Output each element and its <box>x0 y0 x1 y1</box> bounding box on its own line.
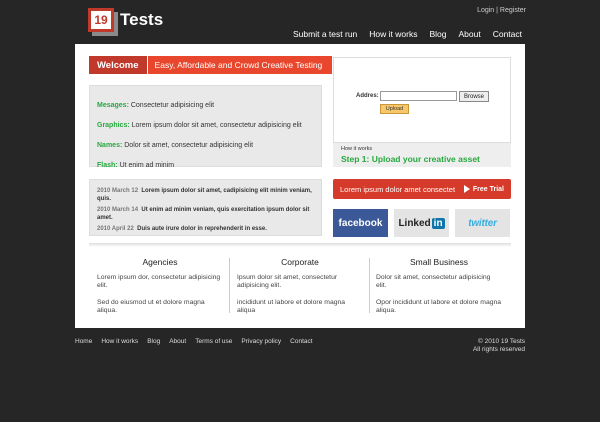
address-input[interactable] <box>380 91 457 101</box>
feature-name: Graphics: <box>97 122 130 129</box>
footer-link-how-it-works[interactable]: How it works <box>101 338 138 345</box>
feature-text: Lorem ipsum dolor sit amet, consectetur … <box>131 122 302 129</box>
news-date: 2010 April 22 <box>97 226 134 232</box>
register-link[interactable]: Register <box>500 7 526 14</box>
free-trial-label: Free Trial <box>472 185 504 193</box>
upload-button[interactable]: Upload <box>380 104 409 114</box>
welcome-banner: Welcome Easy, Affordable and Crowd Creat… <box>89 56 332 74</box>
column-paragraph: incididunt ut labore et dolore magna ali… <box>237 298 346 315</box>
column-corporate: Corporate Ipsum dolor sit amet, consecte… <box>237 258 363 324</box>
nav-submit-test-run[interactable]: Submit a test run <box>293 29 357 39</box>
column-paragraph: Ipsum dolor sit amet, consectetur adipis… <box>237 273 338 290</box>
feature-text: Dolor sit amet, consectetur adipisicing … <box>124 142 254 149</box>
column-separator <box>369 258 370 313</box>
column-paragraph: Opor incididunt ut labore et dolore magn… <box>376 298 502 315</box>
feature-item: Mesages: Consectetur adipisicing elit <box>97 96 314 116</box>
news-item[interactable]: 2010 March 12 Lorem ipsum dolor sit amet… <box>97 187 314 203</box>
news-text[interactable]: Duis aute irure dolor in reprehenderit i… <box>137 226 267 232</box>
rights-line: All rights reserved <box>472 346 525 353</box>
step-text: Step 1: Upload your creative asset <box>341 154 480 164</box>
news-box: 2010 March 12 Lorem ipsum dolor sit amet… <box>89 179 322 236</box>
how-it-works-step: How it works Step 1: Upload your creativ… <box>333 142 511 167</box>
feature-name: Flash: <box>97 162 118 169</box>
footer-link-about[interactable]: About <box>169 338 186 345</box>
facebook-button[interactable]: facebook <box>333 209 388 237</box>
features-box: Mesages: Consectetur adipisicing elit Gr… <box>89 85 322 169</box>
footer-nav: Home How it works Blog About Terms of us… <box>75 338 313 345</box>
nav-contact[interactable]: Contact <box>493 29 522 39</box>
footer-link-contact[interactable]: Contact <box>290 338 312 345</box>
main-nav: Submit a test run How it works Blog Abou… <box>293 29 522 39</box>
free-trial-bar[interactable]: Lorem ipsum dolor amet consectet Free Tr… <box>333 179 511 199</box>
news-item[interactable]: 2010 March 14 Ut enim ad minim veniam, q… <box>97 206 314 222</box>
column-small-business: Small Business Dolor sit amet, consectet… <box>376 258 502 324</box>
column-agencies: Agencies Lorem ipsum dor, consectetur ad… <box>97 258 223 324</box>
column-title: Small Business <box>409 257 469 267</box>
column-title: Agencies <box>142 257 178 267</box>
column-paragraph: Lorem ipsum dor, consectetur adipisicing… <box>97 273 221 290</box>
account-links: Login | Register <box>477 7 526 14</box>
welcome-label: Welcome <box>89 56 148 74</box>
logo-icon[interactable]: 19 <box>88 8 114 32</box>
news-item[interactable]: 2010 April 22 Duis aute irure dolor in r… <box>97 225 314 233</box>
free-trial-button[interactable]: Free Trial <box>463 185 504 193</box>
nav-blog[interactable]: Blog <box>429 29 446 39</box>
feature-name: Names: <box>97 142 123 149</box>
footer-link-terms[interactable]: Terms of use <box>195 338 232 345</box>
footer-link-privacy[interactable]: Privacy policy <box>241 338 281 345</box>
play-icon <box>463 185 470 193</box>
linkedin-button[interactable]: Linked in <box>394 209 449 237</box>
feature-text: Ut enim ad minim <box>119 162 175 169</box>
column-paragraph: Dolor sit amet, consectetur adipisicing … <box>376 273 491 290</box>
column-title: Corporate <box>281 257 319 267</box>
linkedin-text: Linked <box>398 217 431 229</box>
feature-text: Consectetur adipisicing elit <box>130 102 215 109</box>
welcome-tagline: Easy, Affordable and Crowd Creative Test… <box>147 56 332 74</box>
section-divider <box>89 243 511 247</box>
footer-link-home[interactable]: Home <box>75 338 92 345</box>
nav-about[interactable]: About <box>458 29 480 39</box>
twitter-button[interactable]: twitter <box>455 209 510 237</box>
footer-link-blog[interactable]: Blog <box>147 338 160 345</box>
news-date: 2010 March 14 <box>97 207 139 213</box>
feature-item: Graphics: Lorem ipsum dolor sit amet, co… <box>97 116 314 136</box>
nav-how-it-works[interactable]: How it works <box>369 29 417 39</box>
column-paragraph: Sed do eiusmod ut et dolore magna aliqua… <box>97 298 205 315</box>
news-date: 2010 March 12 <box>97 188 139 194</box>
linkedin-in-badge: in <box>431 217 445 229</box>
copyright-line: © 2010 19 Tests <box>478 338 525 345</box>
browse-button[interactable]: Browse <box>459 91 489 102</box>
address-label: Addres: <box>356 93 379 99</box>
feature-name: Mesages: <box>97 102 129 109</box>
login-link[interactable]: Login <box>477 7 494 14</box>
how-it-works-title: How it works <box>341 146 373 152</box>
feature-item: Flash: Ut enim ad minim <box>97 156 314 176</box>
brand-name[interactable]: Tests <box>120 10 163 30</box>
trial-text: Lorem ipsum dolor amet consectet <box>340 184 456 194</box>
column-separator <box>229 258 230 313</box>
feature-item: Names: Dolor sit amet, consectetur adipi… <box>97 136 314 156</box>
copyright: © 2010 19 Tests All rights reserved <box>473 338 525 354</box>
